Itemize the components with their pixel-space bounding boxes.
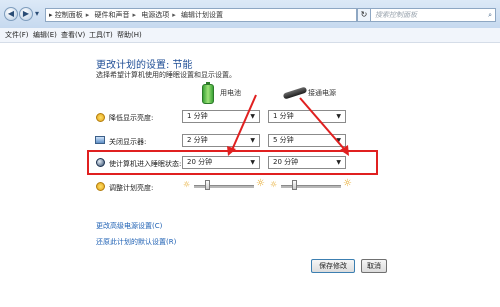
- annotation-arrows: [227, 94, 349, 156]
- plugged-brightness-track[interactable]: [281, 185, 341, 188]
- restore-defaults-link[interactable]: 还原此计划的默认设置(R): [96, 237, 176, 247]
- save-button[interactable]: 保存修改: [311, 259, 355, 273]
- brightness-low-icon: ☼: [270, 180, 278, 189]
- battery-brightness-track[interactable]: [194, 185, 254, 188]
- advanced-settings-link[interactable]: 更改高级电源设置(C): [96, 221, 162, 231]
- brightness-icon: [96, 182, 105, 191]
- cancel-button[interactable]: 取消: [361, 259, 387, 273]
- brightness-high-icon: ☼: [256, 178, 265, 189]
- plugged-brightness-slider-thumb[interactable]: [292, 180, 298, 190]
- brightness-high-icon: ☼: [343, 178, 352, 189]
- battery-brightness-slider-thumb[interactable]: [205, 180, 211, 190]
- brightness-label: 调整计划亮度:: [109, 184, 154, 192]
- brightness-low-icon: ☼: [183, 180, 191, 189]
- annotation-arrow-right: [299, 97, 346, 151]
- annotation-arrowhead-left: [227, 146, 236, 156]
- annotation-arrow-left: [231, 94, 257, 151]
